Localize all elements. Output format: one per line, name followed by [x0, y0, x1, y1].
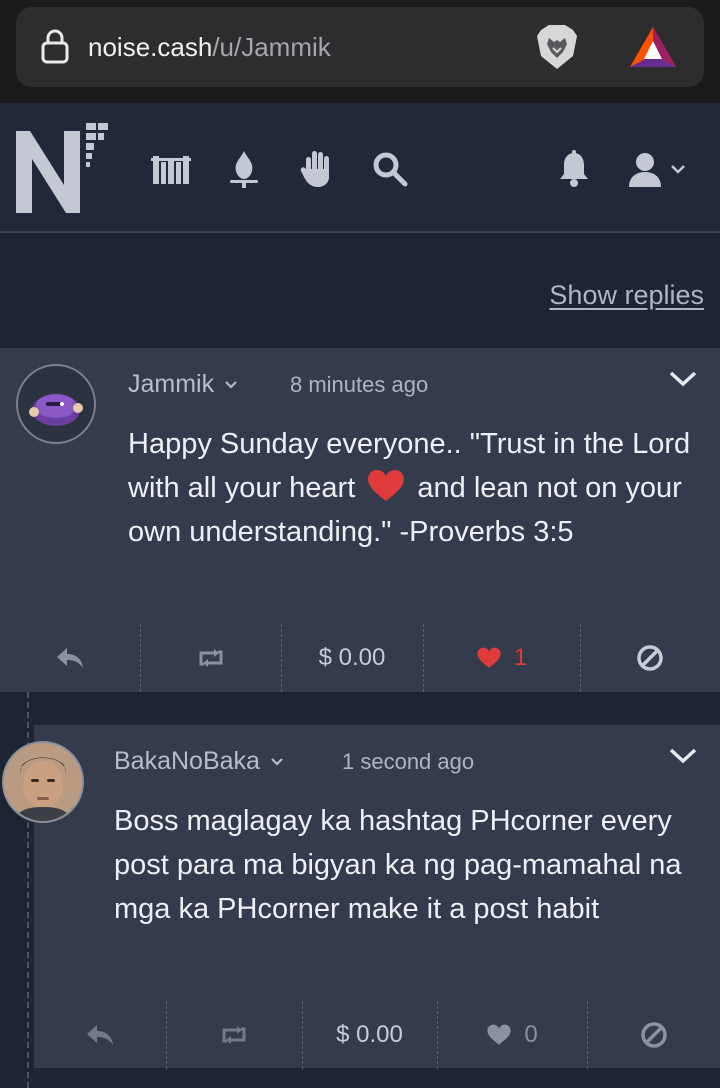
- repost-button[interactable]: [140, 618, 281, 698]
- reply-button[interactable]: [34, 995, 166, 1075]
- show-replies-link[interactable]: Show replies: [549, 280, 704, 311]
- repost-button[interactable]: [166, 995, 302, 1075]
- bell-icon[interactable]: [553, 148, 595, 190]
- block-button[interactable]: [587, 995, 720, 1075]
- post-reply: BakaNoBaka 1 second ago Boss maglagay ka…: [2, 725, 720, 1069]
- post-actions: $ 0.00 1: [0, 618, 720, 698]
- reply-icon: [87, 1025, 113, 1045]
- chevron-down-icon: [225, 381, 237, 389]
- hand-icon[interactable]: [296, 148, 338, 190]
- author-name: Jammik: [128, 370, 215, 398]
- post-author[interactable]: Jammik: [128, 370, 238, 399]
- url-domain: noise.cash: [88, 32, 213, 62]
- brave-shields-icon[interactable]: [535, 22, 579, 72]
- url-path: /u/Jammik: [212, 32, 331, 62]
- block-button[interactable]: [580, 618, 720, 698]
- fire-icon[interactable]: [223, 148, 265, 190]
- post-actions: $ 0.00 0: [34, 995, 720, 1075]
- lock-icon: [41, 29, 69, 64]
- tip-button[interactable]: $ 0.00: [281, 618, 423, 698]
- like-button[interactable]: 1: [423, 618, 580, 698]
- post-options-icon[interactable]: [668, 368, 698, 390]
- repost-icon: [199, 649, 222, 667]
- post: Jammik 8 minutes ago Happy Sunday everyo…: [0, 348, 720, 692]
- tip-amount: $ 0.00: [318, 644, 386, 671]
- search-icon[interactable]: [369, 148, 411, 190]
- repost-icon: [222, 1026, 246, 1044]
- post-author[interactable]: BakaNoBaka: [114, 747, 284, 776]
- tip-amount: $ 0.00: [336, 1021, 403, 1048]
- avatar[interactable]: [16, 364, 96, 444]
- block-icon: [640, 1022, 667, 1048]
- url-text: noise.cash/u/Jammik: [88, 30, 331, 64]
- chevron-down-icon: [271, 758, 283, 766]
- monster-avatar-image: [29, 394, 83, 426]
- reply-icon: [57, 648, 83, 668]
- brave-rewards-icon[interactable]: [628, 24, 678, 70]
- app-navbar: [0, 103, 720, 233]
- library-icon[interactable]: [150, 148, 192, 190]
- author-name: BakaNoBaka: [114, 747, 260, 775]
- block-icon: [637, 645, 663, 671]
- chevron-down-icon: [671, 165, 685, 174]
- post-options-icon[interactable]: [668, 745, 698, 767]
- heart-icon: [487, 1024, 511, 1045]
- user-icon: [629, 153, 661, 187]
- address-bar[interactable]: noise.cash/u/Jammik: [16, 7, 704, 87]
- user-photo-avatar-image: [4, 743, 82, 821]
- like-count: 0: [524, 1021, 538, 1048]
- like-count: 1: [513, 644, 528, 671]
- reply-button[interactable]: [0, 618, 140, 698]
- avatar[interactable]: [2, 741, 84, 823]
- browser-toolbar: noise.cash/u/Jammik: [0, 0, 720, 103]
- red-heart-emoji-icon: [368, 470, 405, 501]
- noise-cash-logo[interactable]: [14, 117, 114, 217]
- tip-button[interactable]: $ 0.00: [302, 995, 437, 1075]
- user-menu-button[interactable]: [628, 148, 698, 190]
- post-body: Happy Sunday everyone.. "Trust in the Lo…: [128, 422, 698, 554]
- post-timestamp[interactable]: 8 minutes ago: [290, 372, 428, 398]
- like-button[interactable]: 0: [437, 995, 587, 1075]
- post-body: Boss maglagay ka hashtag PHcorner every …: [114, 805, 682, 925]
- heart-icon: [477, 647, 501, 668]
- post-timestamp[interactable]: 1 second ago: [342, 749, 474, 775]
